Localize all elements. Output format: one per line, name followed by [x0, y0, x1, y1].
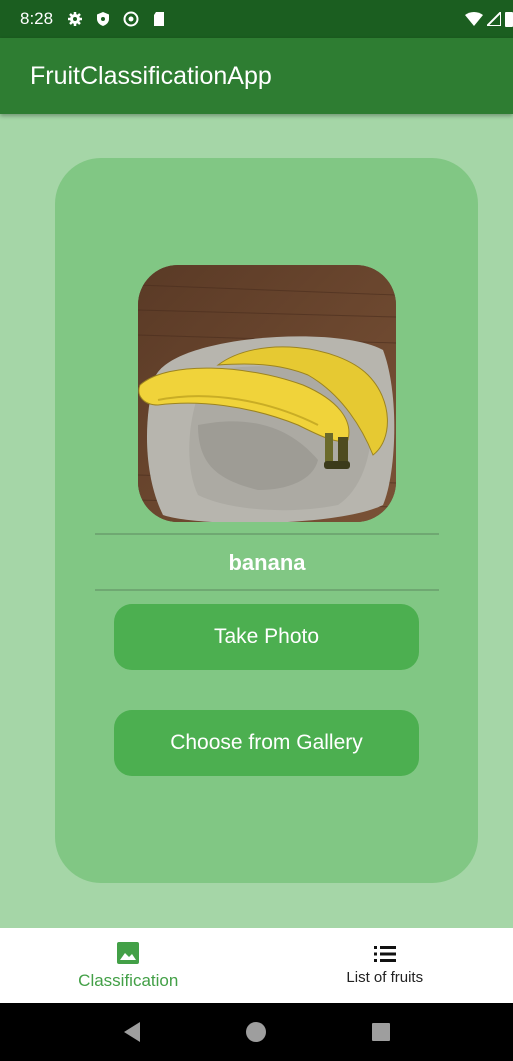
status-bar: 8:28: [0, 0, 513, 38]
fruit-photo: [138, 265, 396, 522]
app-bar: FruitClassificationApp: [0, 38, 513, 114]
take-photo-button[interactable]: Take Photo: [114, 604, 419, 670]
back-icon[interactable]: [122, 1021, 142, 1043]
vpn-icon: [123, 11, 139, 27]
sd-card-icon: [154, 12, 165, 26]
nav-label-classification: Classification: [78, 970, 179, 990]
signal-icon: [487, 12, 501, 26]
image-icon: [117, 941, 140, 964]
battery-icon: [505, 12, 513, 27]
system-navigation-bar: [0, 1003, 513, 1061]
shield-icon: [97, 12, 110, 26]
home-icon[interactable]: [245, 1021, 267, 1043]
app-title: FruitClassificationApp: [30, 61, 272, 90]
choose-from-gallery-button[interactable]: Choose from Gallery: [114, 710, 419, 776]
bottom-navigation: Classification List of fruits: [0, 928, 513, 1003]
classification-card: banana Take Photo Choose from Gallery: [55, 158, 478, 883]
nav-label-list-of-fruits: List of fruits: [346, 969, 424, 986]
gear-icon: [68, 12, 83, 26]
status-time: 8:28: [20, 9, 54, 28]
result-divider-top: [95, 533, 439, 535]
nav-item-list-of-fruits[interactable]: List of fruits: [257, 928, 513, 1003]
nav-item-classification[interactable]: Classification: [0, 928, 257, 1003]
wifi-icon: [465, 12, 483, 26]
result-divider-bottom: [95, 589, 439, 591]
list-icon: [373, 946, 396, 962]
recents-icon[interactable]: [371, 1022, 391, 1042]
classification-result: banana: [228, 550, 306, 575]
